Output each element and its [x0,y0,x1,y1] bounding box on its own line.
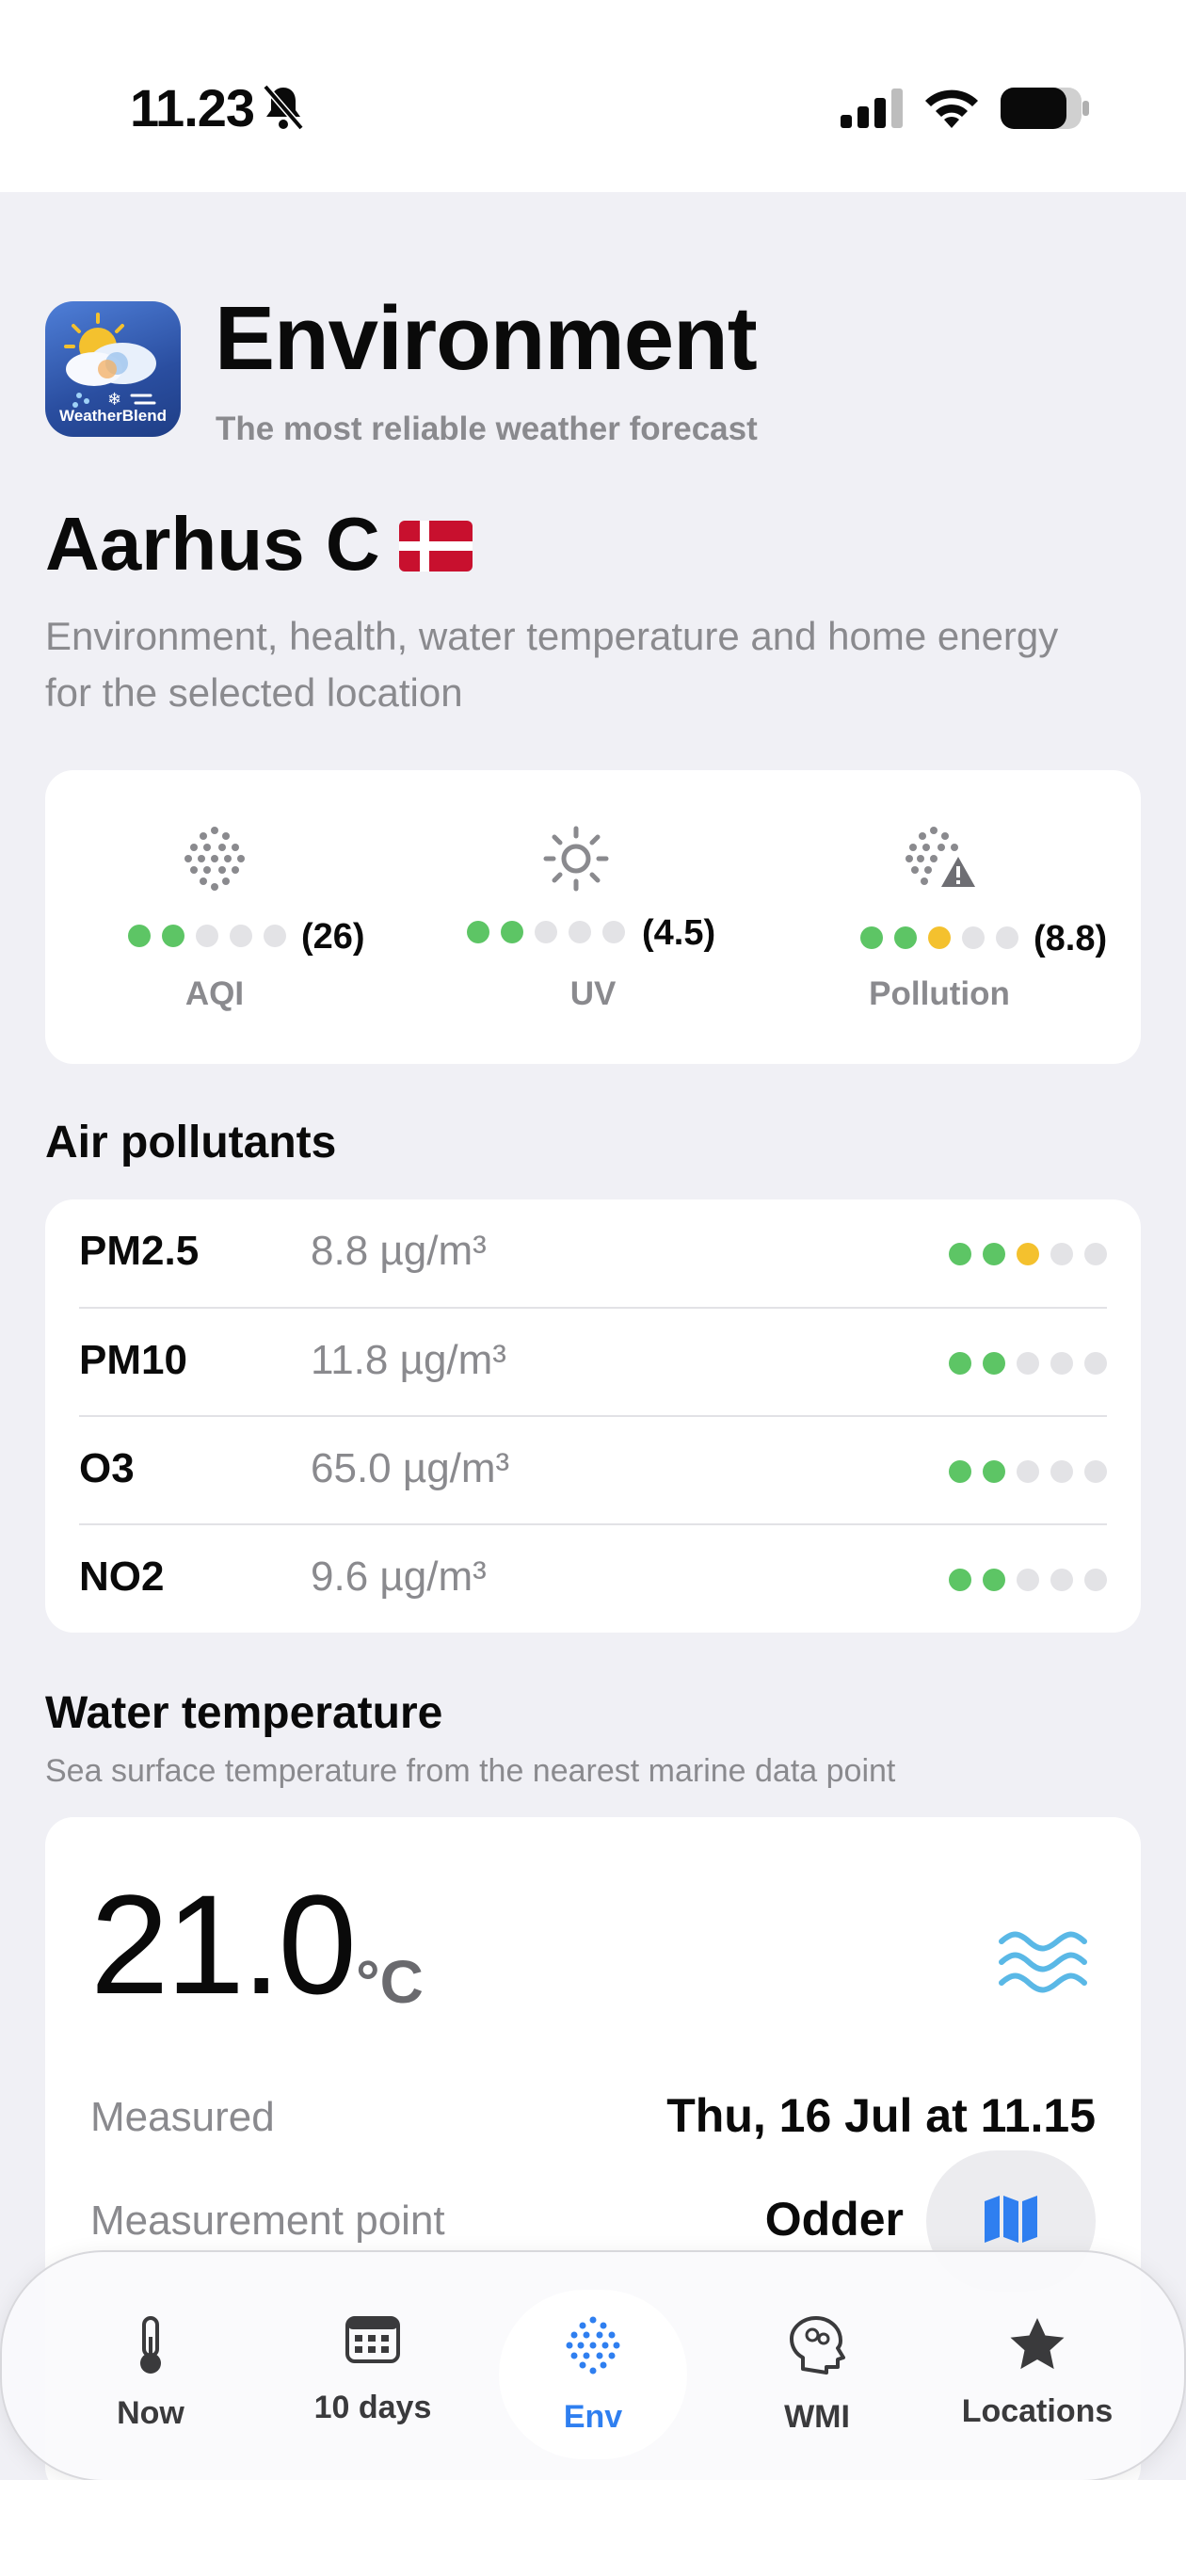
aqi-label: AQI [184,975,245,1012]
pollution-summary[interactable]: (8.8) Pollution [770,770,1109,1064]
pollutant-name: PM2.5 [79,1228,200,1274]
star-icon [1010,2318,1065,2370]
pollutant-name: O3 [79,1445,135,1491]
measurement-point-label: Measurement point [90,2198,445,2244]
aqi-dots-icon [184,827,245,891]
aqi-level-indicator [128,925,286,947]
pollutant-name: PM10 [79,1337,187,1383]
tab-bar: Now 10 days Env WMI Locations [0,2250,1186,2482]
pollution-warning-icon [906,827,975,887]
pollution-value: (8.8) [1034,919,1108,958]
dots-grid-icon [566,2316,620,2375]
bottom-safe-area [0,2480,1186,2576]
uv-level-indicator [467,921,625,943]
thermometer-icon [140,2316,161,2374]
tab-label: Now [117,2395,184,2431]
pollutant-name: NO2 [79,1554,165,1600]
measured-value: Thu, 16 Jul at 11.15 [666,2089,1096,2142]
pollutant-level-indicator [949,1352,1107,1375]
pollution-label: Pollution [869,975,1010,1012]
uv-value: (4.5) [642,913,716,953]
page-title: Environment [215,288,758,389]
uv-summary[interactable]: (4.5) UV [424,770,762,1064]
battery-icon [1001,88,1089,129]
pollutant-value: 9.6 µg/m³ [311,1554,487,1600]
app-logo: ❄ WeatherBlend [45,301,181,437]
tab-now[interactable]: Now [56,2252,245,2480]
tab-env[interactable]: Env [499,2252,687,2480]
cellular-signal-icon [841,89,903,128]
air-pollutants-card: PM2.5 8.8 µg/m³ PM10 11.8 µg/m³ O3 65.0 … [45,1199,1141,1633]
denmark-flag-icon [399,521,473,572]
pollution-level-indicator [860,926,1018,949]
status-time: 11.23 [130,78,255,137]
brain-head-icon [790,2316,845,2375]
pollutant-row[interactable]: NO2 9.6 µg/m³ [79,1523,1107,1634]
tab-locations[interactable]: Locations [943,2252,1131,2480]
water-temperature-title: Water temperature [45,1688,443,1738]
pollutant-level-indicator [949,1243,1107,1265]
tab-label: WMI [784,2399,850,2435]
pollutant-value: 65.0 µg/m³ [311,1445,510,1491]
uv-label: UV [569,975,617,1012]
tab-label: Locations [961,2393,1114,2429]
water-temperature-unit: °C [356,1948,424,2016]
pollutant-row[interactable]: PM10 11.8 µg/m³ [79,1307,1107,1417]
water-temperature-value: 21.0 [90,1865,357,2023]
aqi-value: (26) [301,917,365,957]
pollutant-value: 8.8 µg/m³ [311,1228,487,1274]
pollutant-level-indicator [949,1460,1107,1483]
status-bar: 11.23 [0,0,1186,192]
tab-label: Env [563,2399,623,2435]
location-name: Aarhus C [45,502,380,586]
wifi-icon [925,89,978,128]
aqi-summary[interactable]: (26) AQI [45,770,384,1064]
measured-label: Measured [90,2094,275,2140]
bell-muted-icon [263,84,304,131]
page-subtitle: The most reliable weather forecast [216,411,758,447]
pollutant-row[interactable]: PM2.5 8.8 µg/m³ [79,1199,1107,1308]
pollutant-level-indicator [949,1569,1107,1591]
waves-icon [999,1931,1087,1993]
air-pollutants-title: Air pollutants [45,1118,337,1167]
pollutant-value: 11.8 µg/m³ [311,1337,506,1383]
app-logo-wordmark: WeatherBlend [59,407,167,425]
location-description: Environment, health, water temperature a… [45,614,1059,715]
environment-summary-card[interactable]: (26) AQI (4.5) UV (8.8) Pollution [45,770,1141,1064]
tab-10-days[interactable]: 10 days [279,2252,467,2480]
calendar-icon [345,2316,400,2363]
water-temperature-subtitle: Sea surface temperature from the nearest… [45,1753,896,1789]
map-icon [985,2196,1037,2243]
tab-wmi[interactable]: WMI [723,2252,911,2480]
pollutant-row[interactable]: O3 65.0 µg/m³ [79,1415,1107,1525]
sun-icon [543,826,609,892]
measurement-point-value: Odder [764,2193,904,2246]
tab-label: 10 days [313,2390,432,2425]
